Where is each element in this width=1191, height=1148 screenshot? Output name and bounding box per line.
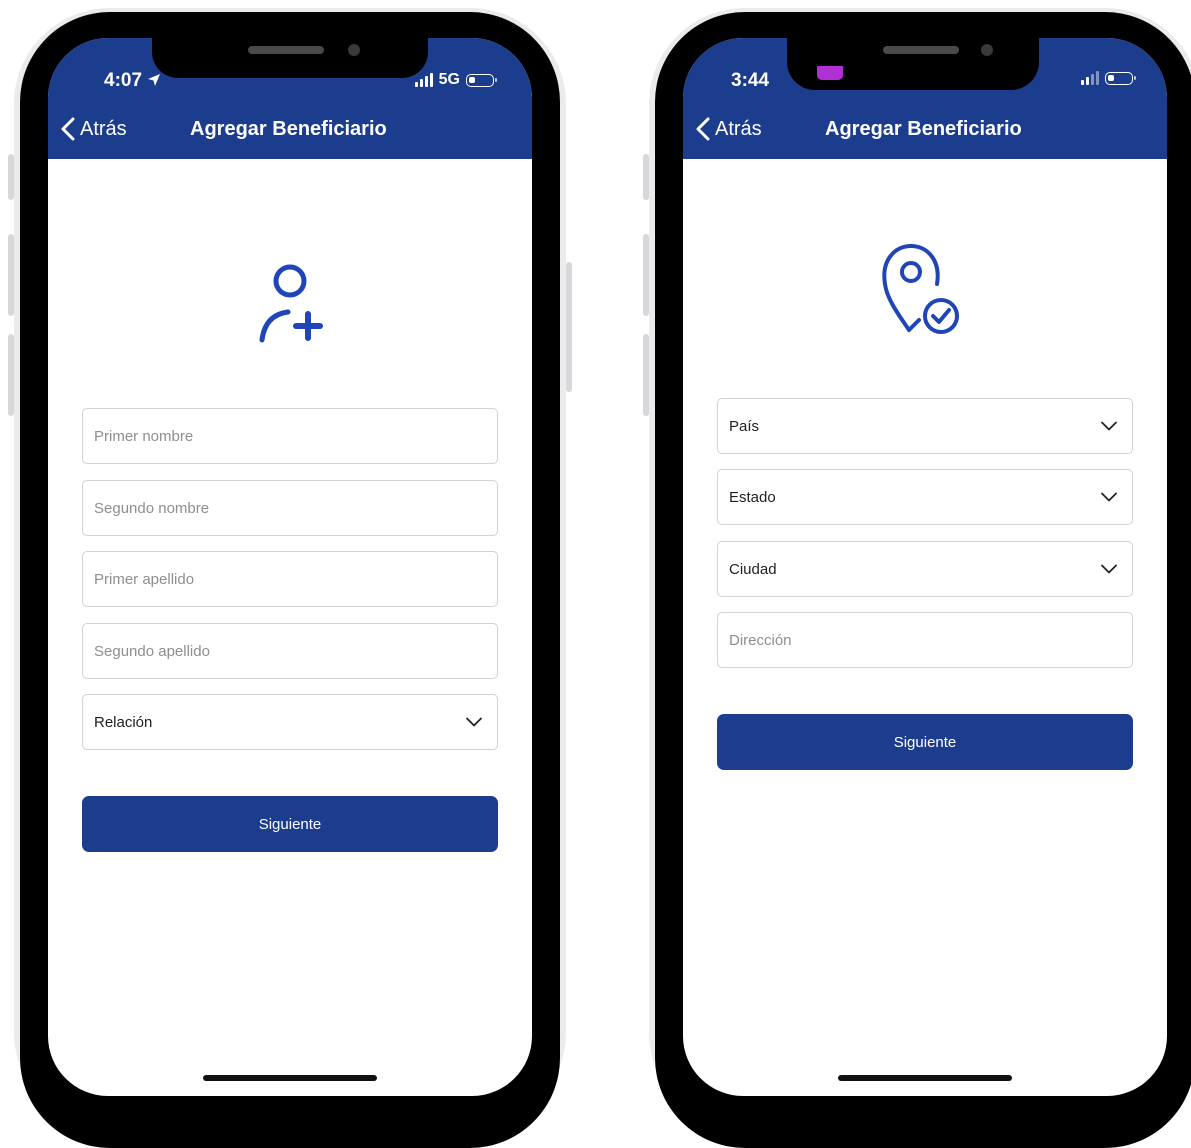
back-button[interactable]: Atrás [60, 117, 127, 141]
status-time: 3:44 [731, 70, 770, 91]
second-surname-input[interactable] [94, 642, 483, 660]
next-button[interactable]: Siguiente [717, 714, 1133, 770]
mute-switch [8, 154, 14, 200]
chevron-down-icon [1101, 492, 1117, 502]
state-select[interactable]: Estado [717, 469, 1133, 525]
city-select-value: Ciudad [729, 560, 777, 578]
signal-icon [414, 73, 433, 87]
screen-personal-info: 4:07 5G Atrás Agregar Beneficiario Prime… [48, 38, 532, 1096]
app-indicator-icon [817, 66, 843, 80]
first-surname-input[interactable] [94, 570, 483, 588]
country-select-value: País [729, 417, 760, 435]
home-indicator [203, 1075, 377, 1081]
phone-notch [152, 38, 428, 78]
state-select-value: Estado [729, 488, 776, 506]
next-button[interactable]: Siguiente [82, 796, 498, 852]
second-surname-field[interactable] [82, 623, 498, 679]
first-surname-field[interactable] [82, 551, 498, 607]
power-button [566, 262, 572, 392]
volume-up-button [8, 234, 14, 316]
mute-switch [643, 154, 649, 200]
volume-down-button [8, 334, 14, 416]
first-name-field[interactable] [82, 408, 498, 464]
volume-up-button [643, 234, 649, 316]
country-select[interactable]: País [717, 398, 1133, 454]
first-name-input[interactable] [94, 427, 483, 445]
back-button[interactable]: Atrás [695, 117, 762, 141]
chevron-down-icon [1101, 564, 1117, 574]
location-arrow-icon [148, 74, 161, 86]
volume-down-button [643, 334, 649, 416]
chevron-down-icon [466, 717, 482, 727]
user-add-icon [259, 264, 323, 343]
chevron-left-icon [61, 117, 75, 141]
screen-address-info: 3:44 Atrás Agregar Beneficiario País Est… [683, 38, 1167, 1096]
phone-frame-right: 3:44 Atrás Agregar Beneficiario País Est… [643, 8, 1191, 1148]
signal-icon [1081, 71, 1099, 85]
home-indicator [838, 1075, 1012, 1081]
phone-frame-left: 4:07 5G Atrás Agregar Beneficiario Prime… [8, 8, 572, 1148]
battery-icon [466, 73, 497, 87]
page-title: Agregar Beneficiario [190, 118, 387, 140]
address-input[interactable] [729, 631, 1118, 649]
relation-select[interactable]: Relación [82, 694, 498, 750]
page-title: Agregar Beneficiario [825, 118, 1022, 140]
second-name-input[interactable] [94, 499, 483, 517]
second-name-field[interactable] [82, 480, 498, 536]
network-label: 5G [438, 71, 460, 88]
chevron-left-icon [696, 117, 710, 141]
status-time: 4:07 [104, 70, 161, 92]
address-field[interactable] [717, 612, 1133, 668]
location-check-icon [882, 244, 959, 334]
back-label: Atrás [80, 117, 127, 140]
status-indicators [1081, 71, 1136, 85]
back-label: Atrás [715, 117, 762, 140]
status-indicators: 5G [414, 71, 497, 89]
relation-select-value: Relación [94, 713, 153, 731]
phone-notch [787, 38, 1039, 90]
city-select[interactable]: Ciudad [717, 541, 1133, 597]
battery-icon [1105, 71, 1136, 85]
chevron-down-icon [1101, 421, 1117, 431]
